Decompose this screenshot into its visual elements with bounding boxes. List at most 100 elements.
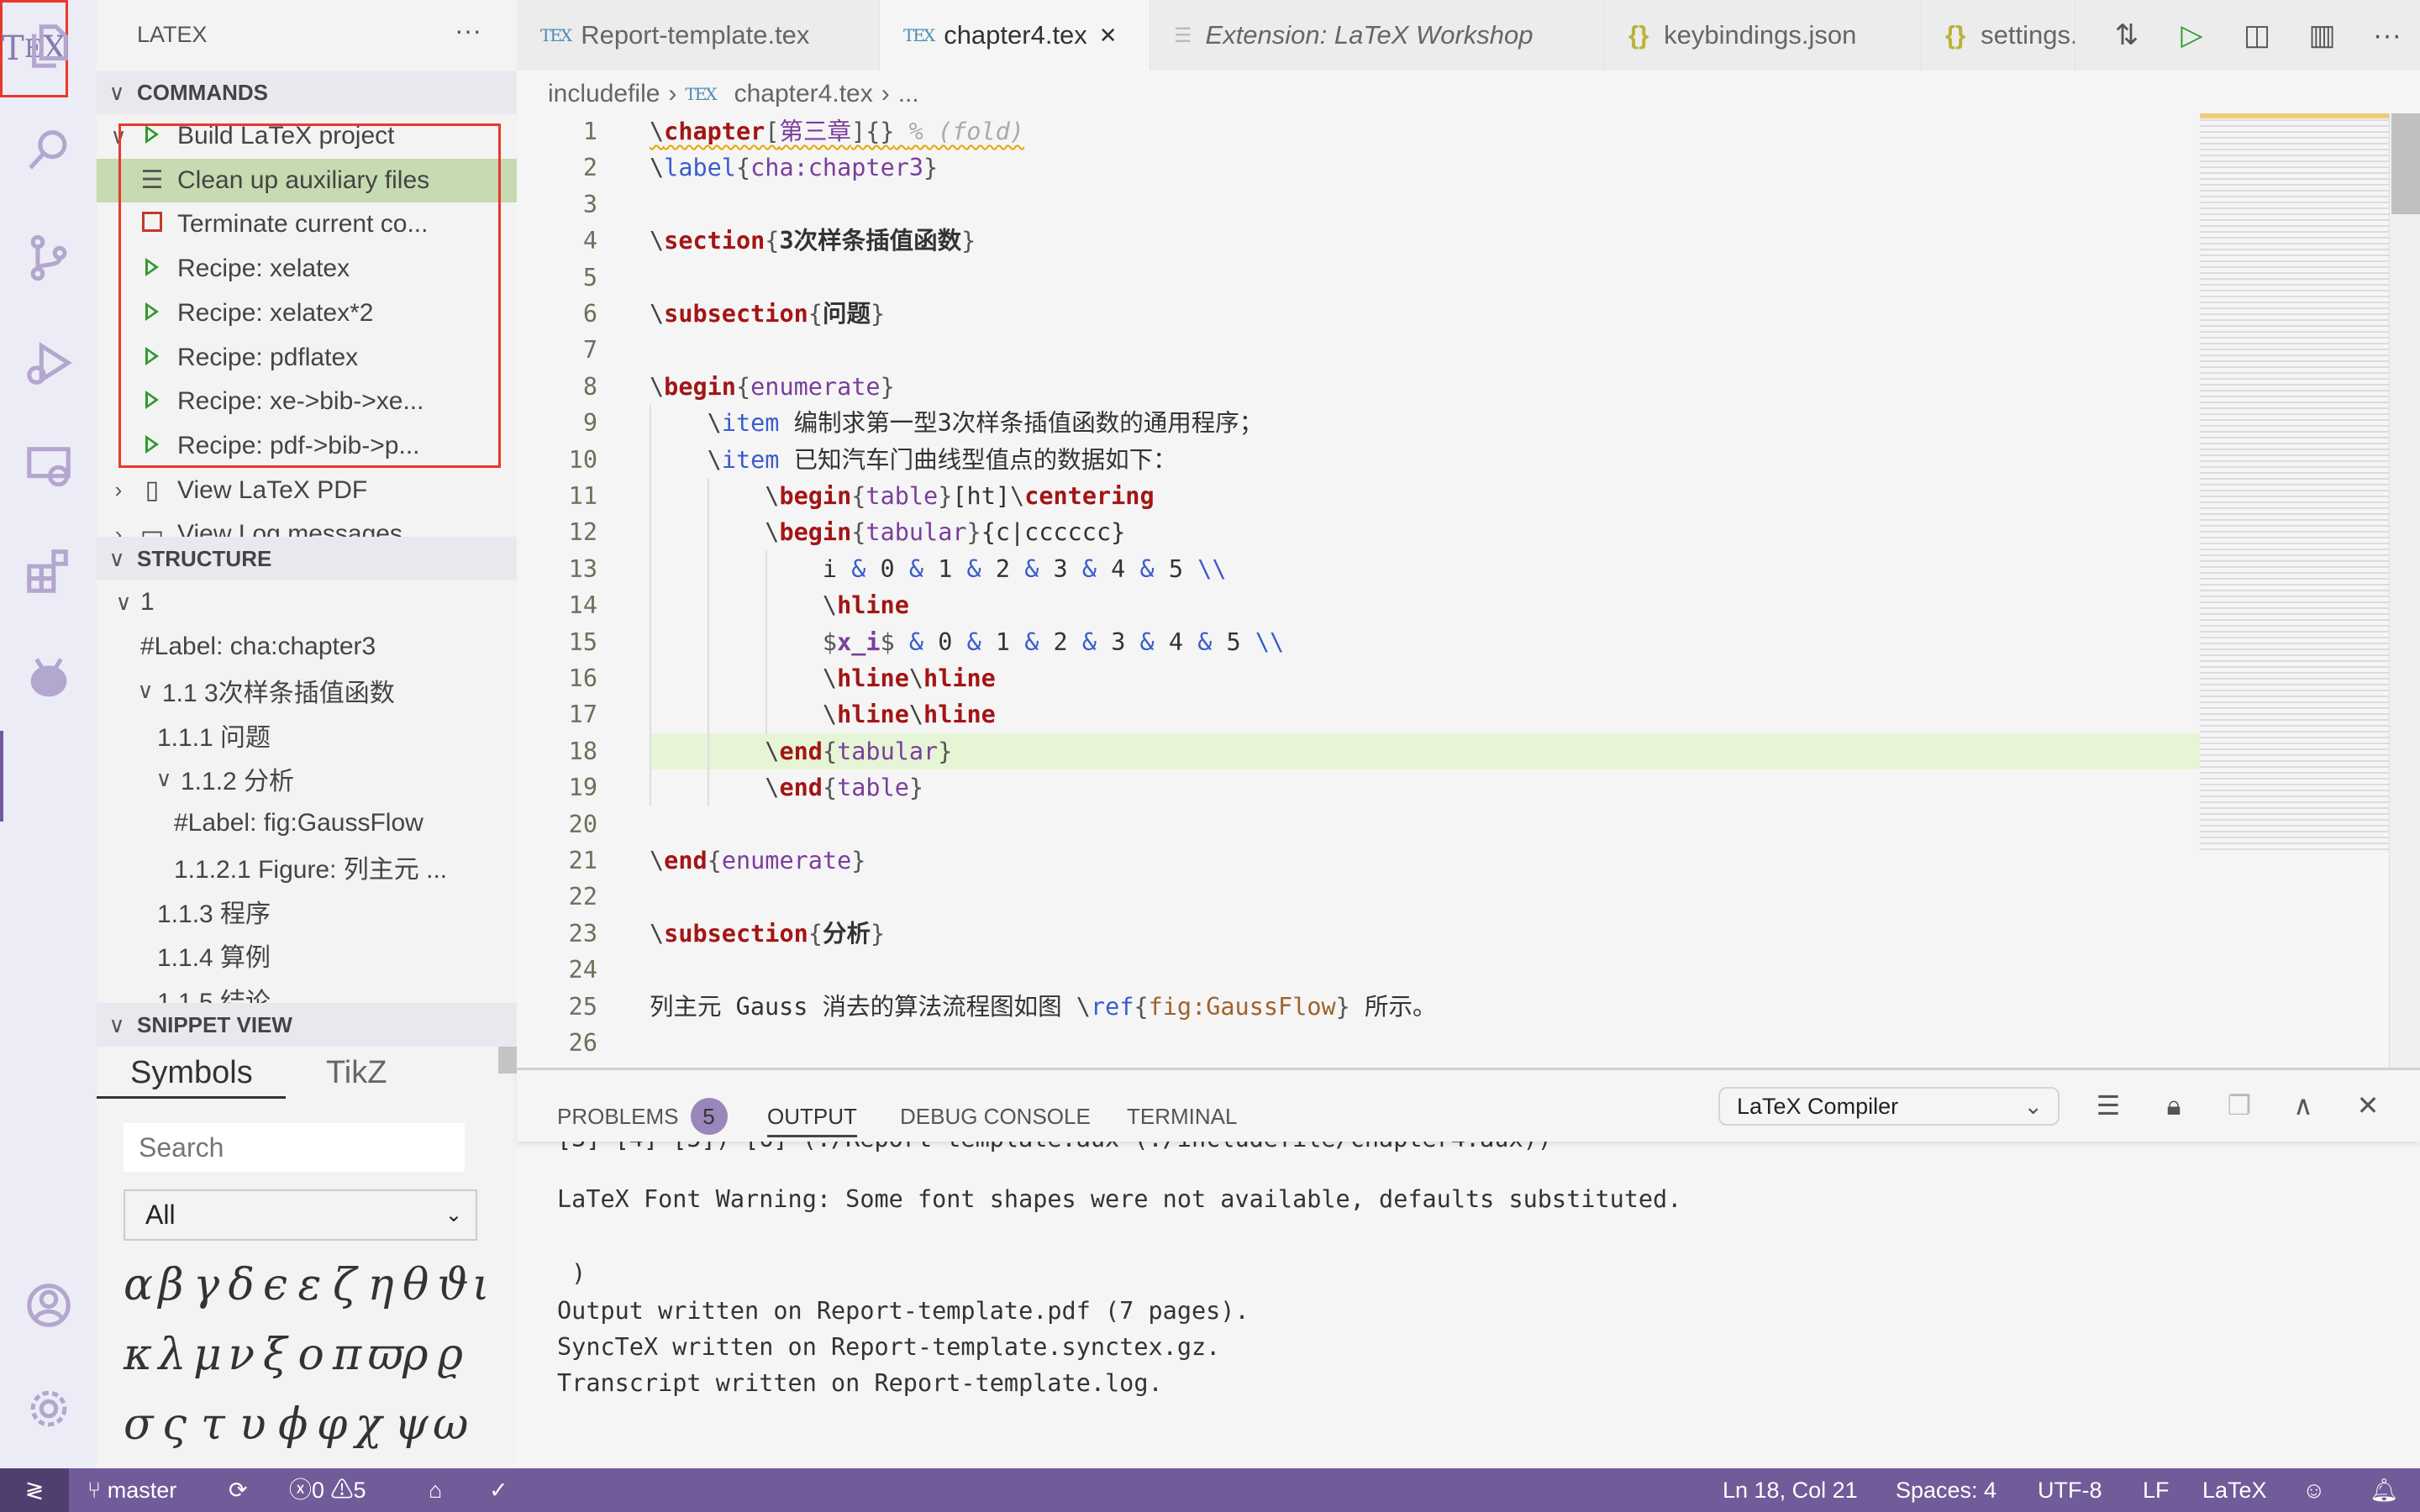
symbol-button[interactable]: ξ [263,1330,287,1380]
branch-status[interactable]: ⑂ master [87,1468,176,1512]
remote-explorer-icon[interactable] [18,436,79,496]
code-line[interactable]: \begin{figure}[H] [650,1061,2200,1068]
editor-tab[interactable]: ☰ Extension: LaTeX Workshop [1150,0,1605,71]
structure-section-header[interactable]: ∨ STRUCTURE [97,537,517,580]
command-item[interactable]: Terminate current co... [97,202,517,246]
command-item[interactable]: ☰ Clean up auxiliary files [97,158,517,202]
symbol-button[interactable]: α [124,1260,153,1310]
files-icon[interactable] [18,16,79,76]
close-icon[interactable]: ✕ [1099,23,1118,49]
symbol-button[interactable]: ι [472,1260,489,1310]
snippet-section-header[interactable]: ∨ SNIPPET VIEW [97,1003,517,1047]
structure-item[interactable]: ∨ 1 [97,580,517,624]
scrollbar-thumb[interactable] [2391,113,2420,214]
debug-icon[interactable] [18,333,79,393]
symbol-button[interactable]: ϕ [278,1399,308,1450]
language-mode[interactable]: LaTeX [2202,1468,2267,1512]
tab-tikz[interactable]: TikZ [326,1048,387,1097]
code-line[interactable]: \begin{tabular}{c|cccccc} [650,514,2200,550]
structure-item[interactable]: 1.1.2.1 Figure: 列主元 ... [97,845,517,889]
symbol-button[interactable]: ν [229,1330,255,1380]
gear-icon[interactable] [18,1378,79,1439]
code-line[interactable] [650,186,2200,223]
symbol-button[interactable]: χ [355,1399,382,1450]
symbol-button[interactable]: θ [402,1260,429,1310]
code-line[interactable]: \chapter[第三章]{} % (fold) [650,113,2200,150]
code-line[interactable]: \item 编制求第一型3次样条插值函数的通用程序； [650,405,2200,441]
symbol-button[interactable]: ω [433,1399,468,1450]
symbol-button[interactable]: γ [193,1260,219,1310]
remote-indicator-icon[interactable]: ≷ [0,1468,69,1512]
code-line[interactable]: \end{tabular} [650,732,2200,770]
symbol-button[interactable]: ο [298,1330,324,1380]
symbol-button[interactable]: λ [159,1330,187,1380]
problems-status[interactable]: ⓧ0 ⚠5 [289,1468,366,1512]
code-line[interactable]: \end{enumerate} [650,843,2200,879]
command-item[interactable]: Recipe: xelatex [97,247,517,291]
run-icon[interactable]: ▷ [2174,17,2211,54]
editor-tab[interactable]: {} keybindings.json [1605,0,1922,71]
symbol-button[interactable]: μ [193,1330,222,1380]
structure-item[interactable]: #Label: fig:GaussFlow [97,801,517,845]
scrollbar-thumb[interactable] [498,1047,517,1074]
output-log[interactable]: [3] [4] [5]) [6] (./Report-template.aux … [557,1121,2386,1468]
editor-tab[interactable]: TEX Report-template.tex [517,0,880,71]
more-icon[interactable]: ··· [2369,17,2406,54]
editor-scrollbar[interactable] [2389,113,2420,1068]
extensions-icon[interactable] [18,541,79,601]
close-panel-icon[interactable]: ✕ [2349,1087,2386,1124]
symbol-button[interactable]: υ [239,1399,266,1450]
lock-scroll-icon[interactable]: 🔒︎ [2155,1087,2192,1124]
symbol-button[interactable]: ρ [402,1330,429,1380]
command-item[interactable]: › ▯ View LaTeX PDF [97,469,517,512]
clear-output-icon[interactable]: ☰ [2090,1087,2127,1124]
code-line[interactable] [650,332,2200,368]
tab-output[interactable]: OUTPUT [767,1095,857,1137]
cursor-position[interactable]: Ln 18, Col 21 [1723,1468,1858,1512]
maximize-panel-icon[interactable]: ∧ [2285,1087,2322,1124]
check-icon[interactable]: ✓ [489,1468,508,1512]
structure-item[interactable]: 1.1.4 算例 [97,933,517,977]
code-line[interactable]: \subsection{分析} [650,916,2200,952]
symbol-button[interactable]: ϵ [263,1260,287,1310]
commands-section-header[interactable]: ∨ COMMANDS [97,71,517,114]
code-line[interactable]: \hline [650,587,2200,623]
structure-item[interactable]: ∨ 1.1 3次样条插值函数 [97,669,517,712]
code-line[interactable]: \hline\hline [650,660,2200,696]
account-icon[interactable] [18,1275,79,1336]
bell-icon[interactable]: 🔔︎ [2370,1468,2398,1512]
tab-terminal[interactable]: TERMINAL [1127,1095,1237,1137]
breadcrumb-folder[interactable]: includefile [548,80,660,108]
structure-item[interactable]: #Label: cha:chapter3 [97,625,517,669]
sync-icon[interactable]: ⟳ [229,1468,248,1512]
alien-icon[interactable] [18,646,79,706]
view-pdf-icon[interactable]: ◫ [2238,17,2275,54]
symbol-button[interactable]: π [333,1330,361,1380]
code-line[interactable] [650,260,2200,296]
compare-changes-icon[interactable]: ⇅ [2108,17,2145,54]
command-item[interactable]: Recipe: pdf->bib->p... [97,424,517,468]
feedback-icon[interactable]: ☺ [2302,1468,2326,1512]
command-item[interactable]: Recipe: pdflatex [97,336,517,380]
code-line[interactable]: \subsection{问题} [650,296,2200,332]
symbol-button[interactable]: β [159,1260,184,1310]
structure-item[interactable]: 1.1.1 问题 [97,713,517,757]
code-editor[interactable]: 1 \chapter[第三章]{} % (fold) 2 \label{cha:cha… [517,113,2200,1068]
code-line[interactable]: 列主元 Gauss 消去的算法流程图如图 \ref{fig:GaussFlow}… [650,989,2200,1025]
end-of-line[interactable]: LF [2143,1468,2170,1512]
symbol-button[interactable]: τ [201,1399,225,1450]
output-channel-select[interactable]: LaTeX Compiler ⌄ [1718,1087,2060,1126]
code-line[interactable]: \label{cha:chapter3} [650,150,2200,186]
command-item[interactable]: Recipe: xe->bib->xe... [97,380,517,423]
split-editor-icon[interactable]: ▥ [2304,17,2341,54]
breadcrumb-symbol[interactable]: ... [898,80,919,108]
symbol-button[interactable]: η [368,1260,394,1310]
search-icon[interactable] [18,119,79,180]
more-icon[interactable]: ··· [455,15,481,46]
symbol-button[interactable]: ς [162,1399,187,1450]
code-line[interactable]: \hline\hline [650,696,2200,732]
code-line[interactable] [650,952,2200,988]
code-line[interactable] [650,879,2200,915]
encoding[interactable]: UTF-8 [2038,1468,2102,1512]
source-control-icon[interactable] [18,228,79,288]
